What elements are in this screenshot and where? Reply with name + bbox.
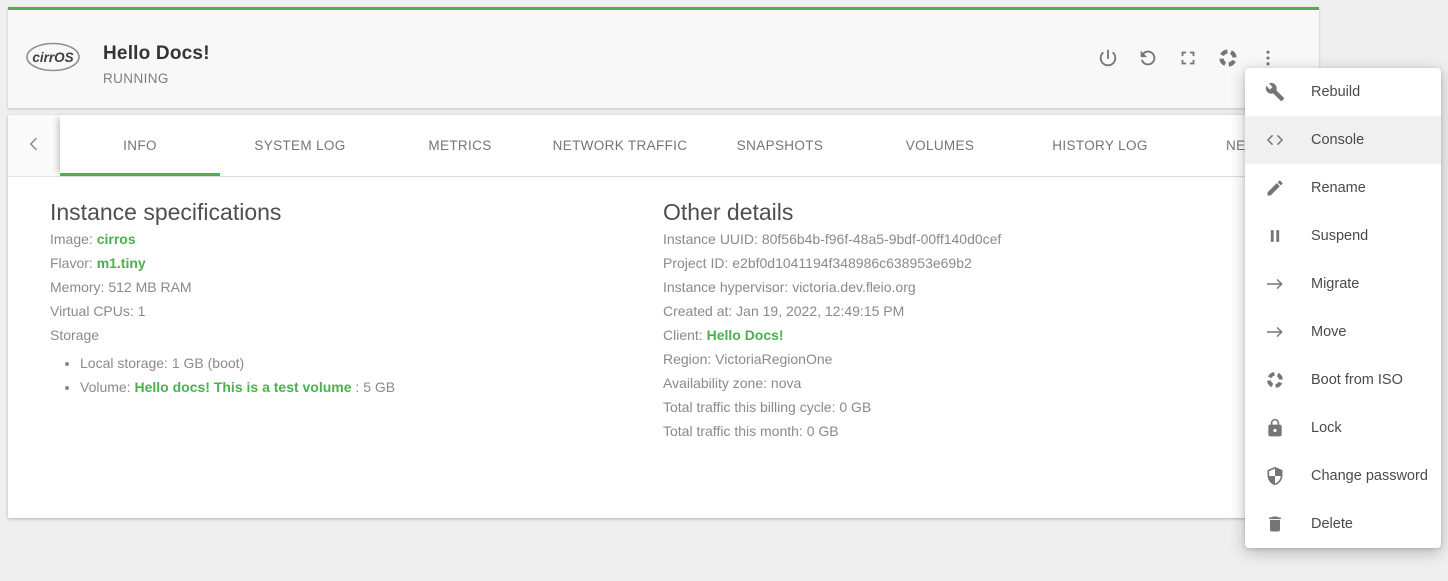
instance-status: RUNNING: [103, 71, 169, 86]
more-actions-button[interactable]: [1257, 47, 1279, 69]
reboot-icon: [1137, 47, 1159, 69]
instance-title: Hello Docs!: [103, 43, 210, 64]
spec-row-image: Image: cirros: [50, 231, 136, 247]
client-link[interactable]: Hello Docs!: [707, 327, 784, 343]
menu-item-rename[interactable]: Rename: [1245, 164, 1441, 212]
tab-system-log[interactable]: SYSTEM LOG: [220, 115, 380, 176]
tab-network-traffic[interactable]: NETWORK TRAFFIC: [540, 115, 700, 176]
image-link[interactable]: cirros: [97, 231, 136, 247]
power-button[interactable]: [1097, 47, 1119, 69]
detail-row-project-id: Project ID: e2bf0d1041194f348986c638953e…: [663, 255, 972, 271]
detail-row-hypervisor: Instance hypervisor: victoria.dev.fleio.…: [663, 279, 916, 295]
pause-icon: [1265, 226, 1285, 246]
tabs-scroll-left-button[interactable]: [8, 115, 60, 176]
menu-item-move[interactable]: Move: [1245, 308, 1441, 356]
menu-item-rebuild[interactable]: Rebuild: [1245, 68, 1441, 116]
instance-detail-card: INFO SYSTEM LOG METRICS NETWORK TRAFFIC …: [8, 115, 1319, 518]
wrench-icon: [1265, 82, 1285, 102]
tab-info[interactable]: INFO: [60, 115, 220, 176]
reboot-button[interactable]: [1137, 47, 1159, 69]
storage-item-local: Local storage: 1 GB (boot): [80, 351, 663, 375]
fullscreen-console-icon: [1177, 47, 1199, 69]
instance-specifications-section: Instance specifications Image: cirros Fl…: [50, 197, 663, 518]
cirros-logo: cirrOS: [24, 36, 82, 78]
menu-item-delete[interactable]: Delete: [1245, 500, 1441, 548]
trash-icon: [1265, 514, 1285, 534]
info-tab-content: Instance specifications Image: cirros Fl…: [8, 177, 1319, 518]
storage-label: Storage: [50, 327, 100, 343]
chevron-left-icon: [24, 134, 44, 157]
instance-title-block: Hello Docs! RUNNING: [103, 43, 210, 86]
flavor-link[interactable]: m1.tiny: [97, 255, 146, 271]
storage-item-volume: Volume: Hello docs! This is a test volum…: [80, 375, 663, 399]
spec-row-flavor: Flavor: m1.tiny: [50, 255, 146, 271]
spec-row-vcpus: Virtual CPUs: 1: [50, 303, 146, 319]
detail-row-traffic-month: Total traffic this month: 0 GB: [663, 423, 839, 439]
tab-snapshots[interactable]: SNAPSHOTS: [700, 115, 860, 176]
detail-row-created-at: Created at: Jan 19, 2022, 12:49:15 PM: [663, 303, 905, 319]
storage-list: Local storage: 1 GB (boot) Volume: Hello…: [50, 351, 663, 399]
detail-row-availability-zone: Availability zone: nova: [663, 375, 802, 391]
arrow-right-icon: [1265, 322, 1285, 342]
spec-row-memory: Memory: 512 MB RAM: [50, 279, 192, 295]
other-details-section: Other details Instance UUID: 80f56b4b-f9…: [663, 197, 1319, 518]
detail-row-uuid: Instance UUID: 80f56b4b-f96f-48a5-9bdf-0…: [663, 231, 1002, 247]
menu-item-suspend[interactable]: Suspend: [1245, 212, 1441, 260]
tab-bar: INFO SYSTEM LOG METRICS NETWORK TRAFFIC …: [8, 115, 1319, 177]
boot-from-iso-icon: [1265, 370, 1285, 390]
other-details-heading: Other details: [663, 199, 794, 225]
tab-history-log[interactable]: HISTORY LOG: [1020, 115, 1180, 176]
instance-specifications-heading: Instance specifications: [50, 199, 282, 225]
detail-row-region: Region: VictoriaRegionOne: [663, 351, 833, 367]
menu-item-console[interactable]: Console: [1245, 116, 1441, 164]
tab-metrics[interactable]: METRICS: [380, 115, 540, 176]
header-actions: [1097, 47, 1279, 69]
power-icon: [1097, 47, 1119, 69]
arrow-right-icon: [1265, 274, 1285, 294]
tab-volumes[interactable]: VOLUMES: [860, 115, 1020, 176]
instance-header-card: cirrOS Hello Docs! RUNNING: [8, 7, 1319, 108]
detail-row-traffic-billing-cycle: Total traffic this billing cycle: 0 GB: [663, 399, 872, 415]
menu-item-boot-from-iso[interactable]: Boot from ISO: [1245, 356, 1441, 404]
lock-icon: [1265, 418, 1285, 438]
more-actions-icon: [1257, 47, 1279, 69]
tab-strip: INFO SYSTEM LOG METRICS NETWORK TRAFFIC …: [60, 115, 1319, 176]
console-fullscreen-button[interactable]: [1177, 47, 1199, 69]
menu-item-change-password[interactable]: Change password: [1245, 452, 1441, 500]
volume-link[interactable]: Hello docs! This is a test volume: [134, 379, 351, 395]
instance-actions-menu: Rebuild Console Rename Suspend Migrate M…: [1245, 68, 1441, 548]
menu-item-migrate[interactable]: Migrate: [1245, 260, 1441, 308]
shield-icon: [1265, 466, 1285, 486]
code-icon: [1265, 130, 1285, 150]
cirros-logo-text: cirrOS: [32, 50, 73, 65]
menu-item-lock[interactable]: Lock: [1245, 404, 1441, 452]
pencil-icon: [1265, 178, 1285, 198]
detail-row-client: Client: Hello Docs!: [663, 327, 784, 343]
boot-from-iso-icon: [1217, 47, 1239, 69]
boot-from-iso-button[interactable]: [1217, 47, 1239, 69]
